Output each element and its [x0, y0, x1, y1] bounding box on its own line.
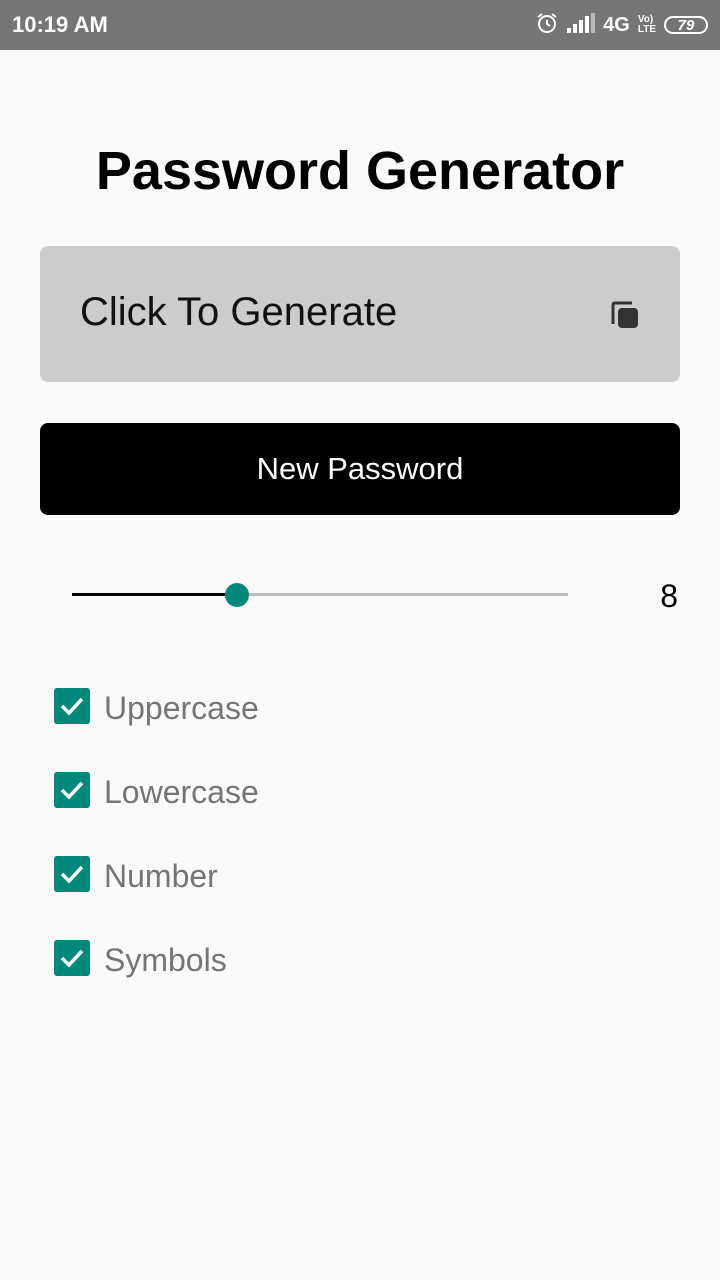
length-slider[interactable] — [72, 580, 568, 610]
battery-level: 79 — [677, 16, 695, 34]
option-label: Uppercase — [104, 690, 259, 726]
volte-indicator: Vo) LTE — [638, 15, 656, 35]
option-symbols[interactable]: Symbols — [54, 940, 259, 1024]
option-label: Number — [104, 858, 218, 894]
checkbox-checked-icon[interactable] — [54, 856, 90, 892]
checkbox-checked-icon[interactable] — [54, 940, 90, 976]
option-number[interactable]: Number — [54, 856, 259, 940]
status-icons: 4G Vo) LTE 79 — [535, 10, 708, 40]
signal-icon — [567, 12, 596, 38]
status-bar: 10:19 AM 4G Vo) LTE 79 — [0, 0, 720, 50]
options-list: Uppercase Lowercase Number Symbols — [54, 688, 259, 1024]
slider-fill — [72, 593, 238, 596]
status-time: 10:19 AM — [12, 12, 108, 37]
battery-icon: 79 — [664, 16, 708, 34]
option-label: Symbols — [104, 942, 227, 978]
copy-icon[interactable] — [610, 300, 640, 330]
length-value: 8 — [660, 578, 678, 614]
checkbox-checked-icon[interactable] — [54, 772, 90, 808]
password-display-box[interactable]: Click To Generate — [40, 246, 680, 382]
alarm-icon — [535, 11, 559, 40]
new-password-button[interactable]: New Password — [40, 423, 680, 515]
option-lowercase[interactable]: Lowercase — [54, 772, 259, 856]
network-type: 4G — [603, 13, 630, 36]
page-title: Password Generator — [95, 141, 625, 201]
slider-thumb[interactable] — [225, 583, 250, 607]
option-label: Lowercase — [104, 774, 259, 810]
volte-bottom: LTE — [637, 24, 656, 35]
new-password-label: New Password — [256, 451, 464, 486]
password-text[interactable]: Click To Generate — [80, 290, 397, 335]
option-uppercase[interactable]: Uppercase — [54, 688, 259, 772]
checkbox-checked-icon[interactable] — [54, 688, 90, 724]
